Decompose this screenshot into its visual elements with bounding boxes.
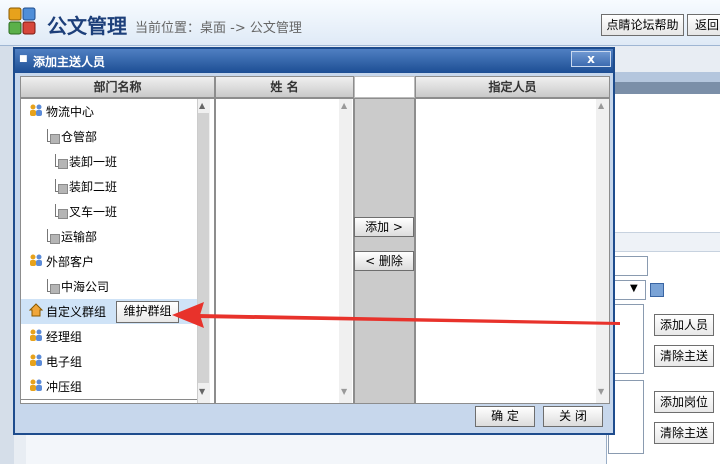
back-button[interactable]: 返回 [687,14,720,36]
add-recipient-dialog: ■ 添加主送人员 x 部门名称 姓 名 指定人员 物流中心仓管部装卸一班装卸二班… [13,47,615,435]
scroll-up-icon[interactable]: ▲ [598,101,604,110]
name-list[interactable] [215,98,354,404]
department-tree-list: 物流中心 仓管部 装卸一班 装卸二班 叉车一班 运输部 外部客户 中海公司 自定义群组 维护群组经… [20,98,215,404]
annotation-arrow-shape [198,314,620,325]
people-icon [29,253,43,267]
department-label: 装卸二班 [69,180,118,194]
column-header-spacer [354,76,415,98]
department-row[interactable]: 外部客户 [21,249,197,275]
forum-help-button[interactable]: 点睛论坛帮助 [601,14,684,36]
annotation-arrow [172,302,620,328]
breadcrumb: 当前位置：桌面 -> 公文管理 [135,21,302,36]
department-row[interactable]: 运输部 [21,224,197,250]
org-tree-icon[interactable] [650,283,664,297]
department-row[interactable]: 仓管部 [21,124,197,150]
department-row[interactable]: 装卸二班 [21,174,197,200]
tree-node-icon [47,129,60,144]
dialog-titlebar[interactable]: ■ 添加主送人员 x [15,49,613,73]
tree-node-icon [47,279,60,294]
tree-node-icon [55,204,68,219]
clear-position-recipient-button[interactable]: 清除主送 [654,422,714,444]
close-button[interactable]: 关 闭 [543,406,603,427]
department-row[interactable]: 物流中心 [21,99,197,125]
scroll-up-icon[interactable]: ▲ [341,101,347,110]
scroll-down-icon[interactable]: ▼ [341,387,347,396]
column-header-assigned: 指定人员 [415,76,610,98]
department-label: 叉车一班 [69,205,118,219]
app-logo-icon [8,6,40,36]
department-label: 装卸一班 [69,155,118,169]
confirm-button[interactable]: 确 定 [475,406,535,427]
name-scrollbar[interactable] [339,99,352,403]
add-position-button[interactable]: 添加岗位 [654,391,714,413]
dept-scrollbar-thumb[interactable] [198,113,209,383]
department-label: 电子组 [46,355,83,369]
department-row[interactable]: 电子组 [21,349,197,375]
people-icon [29,103,43,117]
add-person-button[interactable]: 添加人员 [654,314,714,336]
department-label: 仓管部 [61,130,98,144]
department-row[interactable]: 冲压组 [21,374,197,400]
people-icon [29,353,43,367]
department-label: 冲压组 [46,380,83,394]
chevron-down-icon: ▼ [630,283,638,294]
department-label: 物流中心 [46,105,95,119]
department-label: 运输部 [61,230,98,244]
department-label: 中海公司 [61,280,110,294]
tree-node-icon [47,229,60,244]
scroll-down-icon[interactable]: ▼ [199,387,205,396]
people-icon [29,328,43,342]
assigned-people-list[interactable] [415,98,610,404]
tree-node-icon [55,154,68,169]
dialog-title: 添加主送人员 [33,55,106,69]
dialog-close-icon[interactable]: x [571,51,611,67]
home-icon [28,303,44,317]
form-row [606,232,720,252]
remove-from-assigned-button[interactable]: < 删除 [354,251,414,271]
add-to-assigned-button[interactable]: 添加 > [354,217,414,237]
department-row[interactable]: 装卸一班 [21,149,197,175]
page-header-band-dark [606,82,720,94]
column-header-dept: 部门名称 [20,76,215,98]
annotation-arrowhead [172,302,204,328]
tree-node-icon [55,179,68,194]
department-label: 外部客户 [46,255,95,269]
department-row[interactable]: 叉车一班 [21,199,197,225]
column-header-name: 姓 名 [215,76,354,98]
people-icon [29,378,43,392]
clear-main-recipient-button[interactable]: 清除主送 [654,345,714,367]
dialog-square-icon: ■ [19,54,28,64]
department-label: 经理组 [46,330,83,344]
assigned-scrollbar[interactable] [596,99,609,403]
app-title: 公文管理 [47,14,127,38]
scroll-up-icon[interactable]: ▲ [199,101,205,110]
department-label: 自定义群组 [46,305,107,319]
page-left-column [0,46,14,464]
scroll-down-icon[interactable]: ▼ [598,387,604,396]
